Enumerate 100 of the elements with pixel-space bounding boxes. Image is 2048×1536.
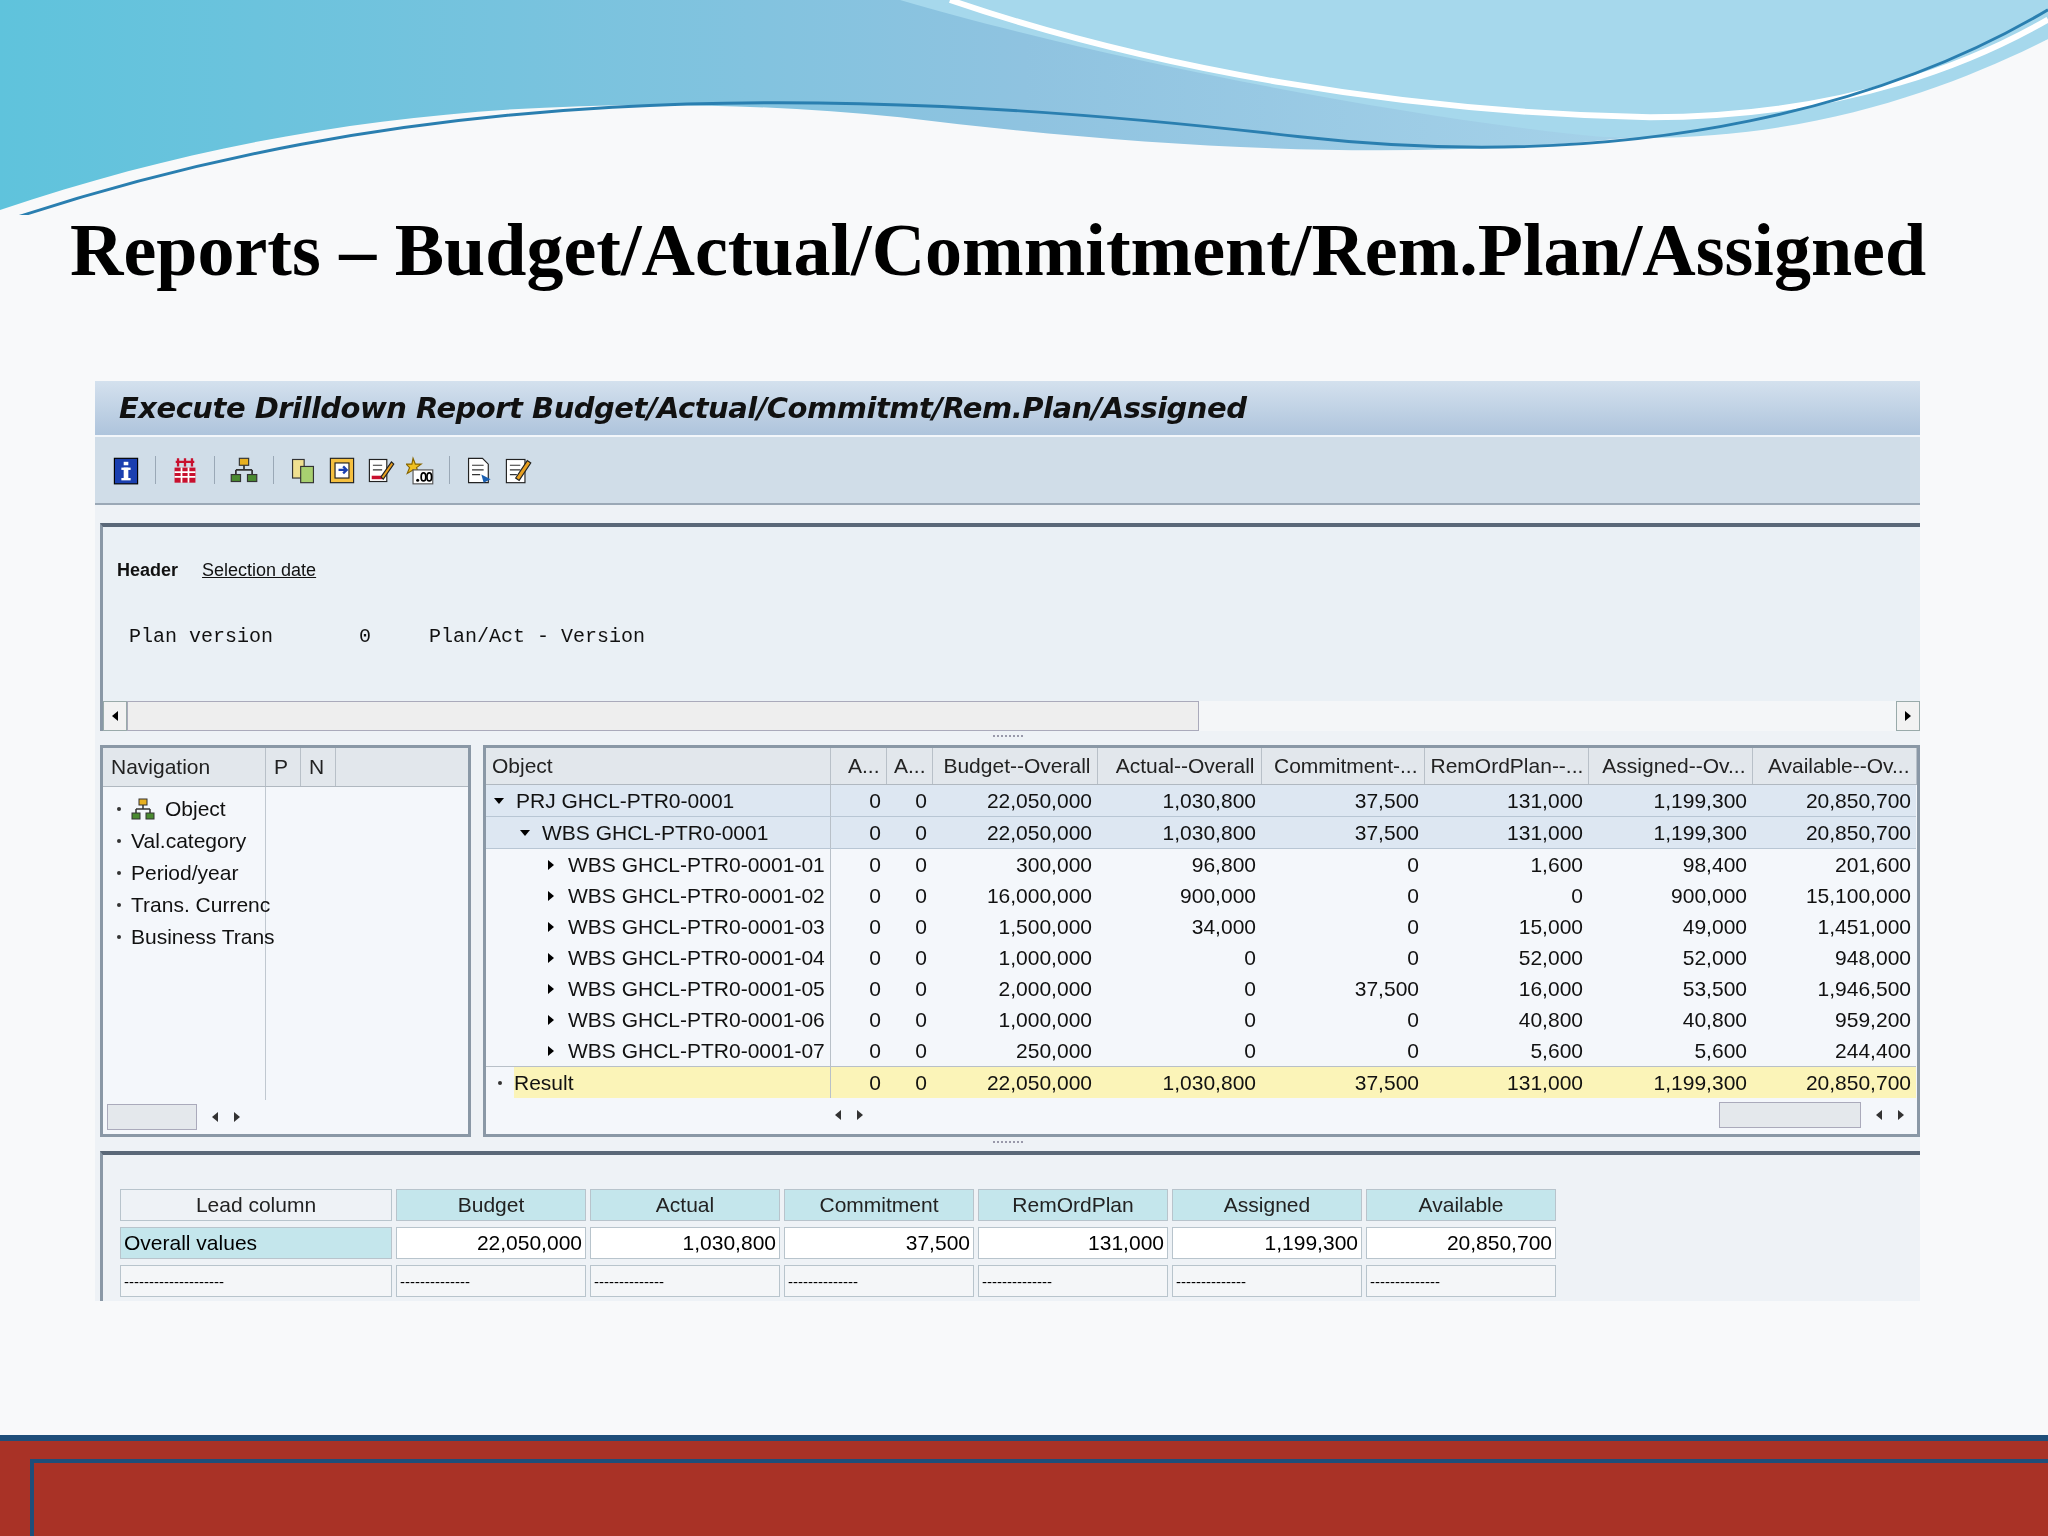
navigation-item[interactable]: Trans. Currenc: [131, 893, 271, 917]
header-tab[interactable]: Header: [117, 560, 179, 581]
table-cell: 37,500: [1261, 816, 1424, 849]
table-cell: 20,850,700: [1752, 784, 1916, 817]
column-header[interactable]: Navigation: [103, 748, 266, 786]
field-value: 0: [359, 625, 372, 648]
column-header[interactable]: N: [301, 748, 336, 786]
column-header: Lead column: [120, 1189, 392, 1221]
table-cell: 37,500: [1261, 1066, 1424, 1098]
table-cell: 0: [830, 1066, 886, 1098]
expand-arrow-icon[interactable]: [546, 921, 556, 932]
scroll-right-icon[interactable]: [856, 1108, 864, 1122]
bullet-icon: [117, 871, 121, 875]
column-header[interactable]: P: [266, 748, 301, 786]
scroll-right-button[interactable]: [1896, 701, 1920, 731]
bullet-icon: [117, 903, 121, 907]
expand-arrow-icon[interactable]: [546, 1045, 556, 1056]
scroll-thumb[interactable]: [1719, 1102, 1861, 1128]
navigation-item[interactable]: Business Trans: [131, 925, 275, 949]
document-icon[interactable]: [465, 455, 493, 485]
navigation-item[interactable]: Val.category: [131, 829, 247, 853]
expand-arrow-icon[interactable]: [546, 859, 556, 870]
info-icon[interactable]: [112, 455, 140, 485]
tree-node-label[interactable]: WBS GHCL-PTR0-0001-01: [568, 852, 825, 877]
tree-node-label[interactable]: WBS GHCL-PTR0-0001-07: [568, 1038, 825, 1063]
column-header[interactable]: Available--Ov...: [1752, 748, 1916, 785]
table-cell: --------------: [396, 1265, 586, 1297]
column-header[interactable]: RemOrdPlan--...: [1424, 748, 1588, 785]
hierarchy-icon[interactable]: [230, 455, 258, 485]
field-label: Plan version: [129, 625, 275, 648]
table-cell: 22,050,000: [932, 784, 1097, 817]
expand-arrow-icon[interactable]: [546, 983, 556, 994]
scroll-left-icon[interactable]: [834, 1108, 842, 1122]
table-cell: 1,030,800: [1097, 816, 1261, 849]
bullet-icon: [117, 807, 121, 811]
scrollbar-thumb[interactable]: [127, 701, 1199, 731]
row-label: --------------------: [120, 1265, 392, 1297]
scroll-thumb[interactable]: [107, 1104, 197, 1130]
column-header[interactable]: A...: [830, 748, 886, 785]
table-cell: --------------: [978, 1265, 1168, 1297]
table-cell: 131,000: [1424, 1066, 1588, 1098]
table-cell: 0: [830, 816, 886, 849]
collapse-arrow-icon[interactable]: [520, 827, 530, 838]
column-header[interactable]: Assigned--Ov...: [1588, 748, 1752, 785]
window-title: Execute Drilldown Report Budget/Actual/Commitmt/Rem.Plan/Assigned: [119, 391, 1247, 425]
scroll-left-button[interactable]: [103, 701, 127, 731]
table-cell: --------------: [784, 1265, 974, 1297]
table-cell: 20,850,700: [1752, 816, 1916, 849]
table-cell: 131,000: [978, 1227, 1168, 1259]
tree-node-label[interactable]: WBS GHCL-PTR0-0001-06: [568, 1007, 825, 1032]
field-description: Plan/Act - Version: [429, 625, 646, 648]
collapse-arrow-icon[interactable]: [494, 795, 504, 806]
scroll-right-icon[interactable]: [233, 1110, 241, 1124]
scroll-left-icon[interactable]: [211, 1110, 219, 1124]
bullet-icon: [117, 935, 121, 939]
table-cell: 0: [886, 784, 932, 817]
table-cell: --------------: [1172, 1265, 1362, 1297]
table-cell: 1,030,800: [1097, 1066, 1261, 1098]
table-cell: 1,199,300: [1172, 1227, 1362, 1259]
tree-node-label[interactable]: WBS GHCL-PTR0-0001-02: [568, 883, 825, 908]
table-cell: 0: [830, 1035, 886, 1067]
header-tab[interactable]: Selection date: [202, 560, 317, 581]
tree-node-label[interactable]: WBS GHCL-PTR0-0001-04: [568, 945, 825, 970]
row-label: Overall values: [120, 1227, 392, 1259]
scroll-left-icon: [111, 710, 119, 722]
column-header[interactable]: Actual--Overall: [1097, 748, 1261, 785]
navigation-item[interactable]: Period/year: [131, 861, 239, 885]
table-cell: 37,500: [1261, 784, 1424, 817]
decimal-icon[interactable]: [406, 455, 434, 485]
expand-arrow-icon[interactable]: [546, 1014, 556, 1025]
table-cell: 1,199,300: [1588, 816, 1752, 849]
table-cell: 1,030,800: [590, 1227, 780, 1259]
table-cell: 1,030,800: [1097, 784, 1261, 817]
table-cell: 0: [886, 816, 932, 849]
table-cell: 20,850,700: [1752, 1066, 1916, 1098]
table-cell: 0: [830, 784, 886, 817]
layout-icon[interactable]: [328, 455, 356, 485]
table-cell: 22,050,000: [932, 816, 1097, 849]
table-cell: 131,000: [1424, 784, 1588, 817]
table-cell: 22,050,000: [396, 1227, 586, 1259]
expand-arrow-icon[interactable]: [546, 890, 556, 901]
table-cell: 37,500: [784, 1227, 974, 1259]
table-cell: 131,000: [1424, 816, 1588, 849]
table-cell: --------------: [590, 1265, 780, 1297]
column-header[interactable]: A...: [886, 748, 932, 785]
expand-arrow-icon[interactable]: [546, 952, 556, 963]
table-cell: 0: [886, 1066, 932, 1098]
scroll-left-icon[interactable]: [1875, 1108, 1883, 1122]
scroll-right-icon[interactable]: [1897, 1108, 1905, 1122]
column-header[interactable]: Commitment-...: [1261, 748, 1424, 785]
column-header: Available: [1366, 1189, 1556, 1221]
bullet-icon: [498, 1080, 502, 1085]
table-cell: 20,850,700: [1366, 1227, 1556, 1259]
result-label[interactable]: Result: [514, 1067, 830, 1098]
column-header[interactable]: Object: [486, 748, 830, 785]
column-header[interactable]: Budget--Overall: [932, 748, 1097, 785]
navigation-item[interactable]: Object: [165, 797, 226, 821]
tree-node-label[interactable]: WBS GHCL-PTR0-0001-03: [568, 914, 825, 939]
tree-node-label[interactable]: WBS GHCL-PTR0-0001-05: [568, 976, 825, 1001]
table-cell: 1,199,300: [1588, 784, 1752, 817]
